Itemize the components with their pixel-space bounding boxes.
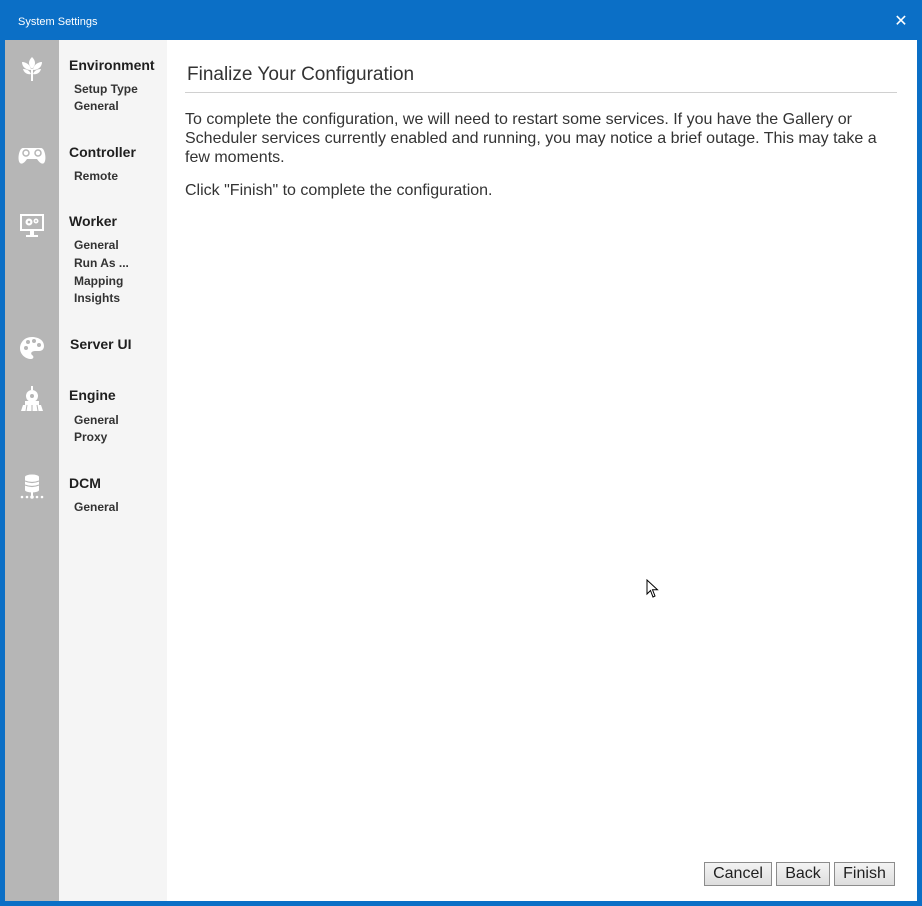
window-title: System Settings bbox=[18, 16, 98, 28]
finish-button[interactable]: Finish bbox=[834, 862, 895, 886]
nav-item-dcm-general[interactable]: General bbox=[74, 500, 119, 514]
title-bar: System Settings ✕ bbox=[5, 5, 917, 40]
nav-item-worker-general[interactable]: General bbox=[74, 238, 119, 252]
nav-item-run-as[interactable]: Run As ... bbox=[74, 256, 129, 270]
locomotive-icon bbox=[15, 382, 49, 416]
system-settings-window: System Settings ✕ Environment Setup Type… bbox=[0, 0, 922, 906]
nav-section-environment[interactable]: Environment bbox=[69, 57, 155, 73]
leaf-icon bbox=[15, 52, 49, 86]
database-icon bbox=[15, 470, 49, 504]
nav-item-setup-type[interactable]: Setup Type bbox=[74, 82, 138, 96]
monitor-gears-icon bbox=[15, 208, 49, 242]
palette-icon bbox=[15, 331, 49, 365]
nav-item-remote[interactable]: Remote bbox=[74, 169, 118, 183]
nav-item-mapping[interactable]: Mapping bbox=[74, 274, 123, 288]
mouse-cursor-icon bbox=[646, 578, 660, 604]
nav-item-engine-general[interactable]: General bbox=[74, 413, 119, 427]
close-button[interactable]: ✕ bbox=[890, 11, 912, 33]
page-title: Finalize Your Configuration bbox=[187, 64, 415, 85]
nav-section-worker[interactable]: Worker bbox=[69, 213, 117, 229]
icon-bar bbox=[5, 40, 59, 901]
nav-section-controller[interactable]: Controller bbox=[69, 144, 136, 160]
title-divider bbox=[185, 92, 897, 93]
nav-item-insights[interactable]: Insights bbox=[74, 291, 120, 305]
finish-instruction-text: Click "Finish" to complete the configura… bbox=[185, 182, 493, 199]
nav-section-engine[interactable]: Engine bbox=[69, 387, 116, 403]
cancel-button[interactable]: Cancel bbox=[704, 862, 772, 886]
restart-notice-text: To complete the configuration, we will n… bbox=[185, 111, 877, 166]
back-button[interactable]: Back bbox=[776, 862, 830, 886]
settings-navigation: Environment Setup Type General Controlle… bbox=[59, 40, 167, 901]
nav-section-server-ui[interactable]: Server UI bbox=[70, 336, 131, 352]
nav-item-proxy[interactable]: Proxy bbox=[74, 430, 107, 444]
main-content: Finalize Your Configuration To complete … bbox=[167, 40, 917, 901]
nav-section-dcm[interactable]: DCM bbox=[69, 475, 101, 491]
nav-item-environment-general[interactable]: General bbox=[74, 99, 119, 113]
gamepad-icon bbox=[15, 138, 49, 172]
